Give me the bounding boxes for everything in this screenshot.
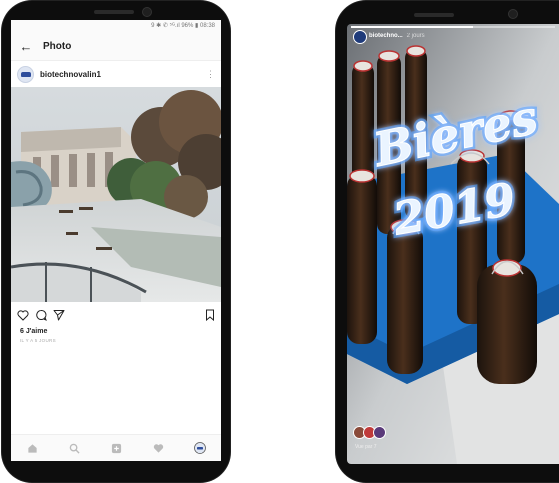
post-photo[interactable] [11,87,221,302]
earpiece [94,10,134,14]
front-camera [508,9,518,19]
add-icon[interactable] [110,442,122,454]
instagram-post-screen: 9 ✱ ✆ ⁵ᴳ.ıl 96% ▮ 08:38 ← Photo biotechn… [11,20,221,461]
right-phone: Bières Bières 2019 2019 biotechno... 2 j… [336,1,559,482]
post-header: biotechnovalin1 ⋮ [11,61,221,87]
post-timestamp: IL Y A 5 JOURS [20,338,56,343]
status-bar: 9 ✱ ✆ ⁵ᴳ.ıl 96% ▮ 08:38 [11,20,221,32]
bottom-nav [11,434,221,461]
front-camera [142,7,152,17]
earpiece [414,13,454,17]
story-username[interactable]: biotechno... [369,33,403,39]
share-icon[interactable] [53,309,65,321]
seen-by-count[interactable]: Vue par 7 [355,444,377,450]
heart-icon[interactable] [17,309,29,321]
search-icon[interactable] [68,442,80,454]
home-icon[interactable] [26,442,38,454]
story-photo[interactable]: Bières Bières 2019 2019 [347,24,559,464]
profile-icon[interactable] [194,442,206,454]
post-actions [11,302,221,328]
post-username[interactable]: biotechnovalin1 [40,70,101,79]
story-header: biotechno... 2 jours [347,24,559,48]
comment-icon[interactable] [35,309,47,321]
instagram-story-screen: Bières Bières 2019 2019 biotechno... 2 j… [347,24,559,464]
more-options-icon[interactable]: ⋮ [206,69,215,80]
viewer-avatar [373,426,386,439]
likes-count[interactable]: 6 J'aime [11,328,221,335]
top-bar: ← Photo [11,32,221,61]
avatar[interactable] [17,65,34,83]
bookmark-icon[interactable] [205,309,215,321]
story-viewers[interactable] [353,426,386,439]
arrow-left-icon[interactable]: ← [15,39,37,54]
left-phone: 9 ✱ ✆ ⁵ᴳ.ıl 96% ▮ 08:38 ← Photo biotechn… [2,1,230,482]
heart-icon[interactable] [152,442,164,454]
page-title: Photo [43,40,72,52]
story-timestamp: 2 jours [406,33,425,39]
